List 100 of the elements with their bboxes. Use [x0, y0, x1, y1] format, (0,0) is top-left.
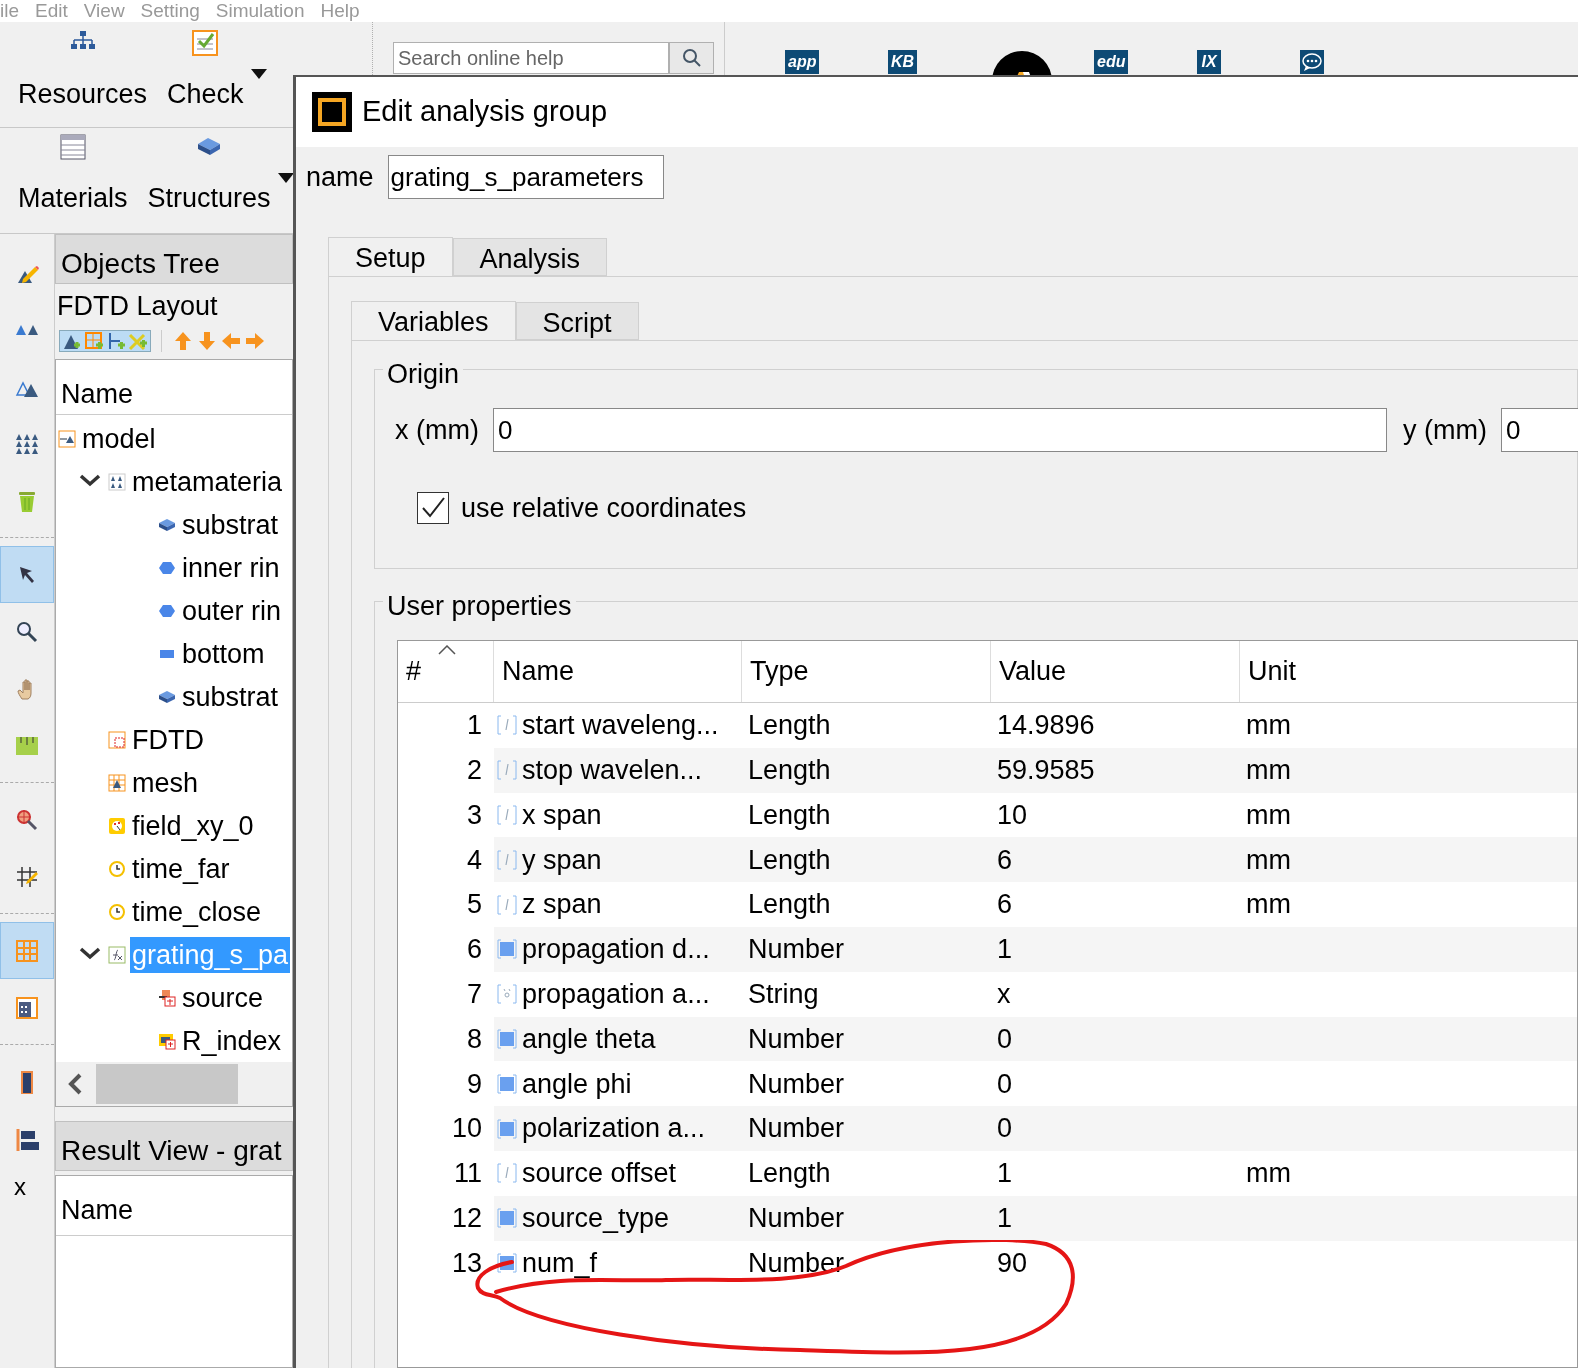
- table-cell-text: Length: [747, 843, 832, 877]
- table-cell-text: Length: [747, 753, 832, 787]
- tree-item[interactable]: R_index: [180, 1022, 284, 1059]
- search-icon: [15, 619, 39, 644]
- checklist-icon: [192, 30, 219, 56]
- column-header[interactable]: Unit: [1240, 641, 1577, 702]
- grid-pencil-icon: [15, 864, 39, 889]
- length-icon: [496, 1162, 518, 1185]
- table-cell-text: 59.9585: [996, 753, 1096, 787]
- row-number: 6: [466, 933, 482, 967]
- tree-item[interactable]: field_xy_0: [130, 807, 256, 844]
- monitor-icon: [108, 816, 126, 835]
- group-icon: [108, 472, 126, 491]
- table-cell-text: mm: [1245, 798, 1292, 832]
- row-number: 11: [453, 1157, 482, 1191]
- number-icon: [496, 1207, 518, 1230]
- column-header[interactable]: Value: [991, 641, 1240, 702]
- search-field[interactable]: Search online help: [393, 42, 669, 74]
- target-zoom-icon: [15, 807, 39, 832]
- search-button[interactable]: [669, 42, 714, 74]
- table-cell-text: Number: [747, 1067, 846, 1101]
- column-header[interactable]: Type: [742, 641, 991, 702]
- tree-item[interactable]: source: [180, 979, 266, 1016]
- sort-icon: [438, 645, 456, 655]
- row-number: 10: [451, 1112, 482, 1146]
- row-number: 8: [466, 1022, 482, 1056]
- tree-item[interactable]: substrat: [180, 678, 281, 715]
- column-header[interactable]: Name: [56, 359, 292, 416]
- row-number: 3: [466, 798, 482, 832]
- tree-item[interactable]: mesh: [130, 764, 201, 801]
- toolbar-button[interactable]: Resources: [12, 28, 154, 115]
- row-number: 12: [451, 1201, 482, 1235]
- table-icon: [59, 134, 86, 160]
- table-cell-text: Length: [747, 709, 832, 743]
- table-cell-text: Number: [747, 1201, 846, 1235]
- length-icon: [496, 714, 518, 737]
- caret-icon[interactable]: [276, 172, 295, 184]
- toolbar-button[interactable]: Check: [161, 28, 250, 115]
- tree-item[interactable]: FDTD: [130, 721, 206, 758]
- checkbox-label: use relative coordinates: [461, 492, 747, 525]
- link-badge[interactable]: edu: [1094, 50, 1129, 74]
- table-cell-text: start waveleng...: [522, 709, 719, 743]
- table-cell-text: polarization a...: [522, 1112, 706, 1146]
- input-field[interactable]: 0: [1500, 408, 1578, 452]
- tab[interactable]: Analysis: [452, 238, 608, 276]
- toolbar-button[interactable]: Structures: [141, 132, 277, 219]
- table-cell-text: propagation a...: [522, 977, 710, 1011]
- row-number: 1: [466, 709, 482, 743]
- table-cell-text: propagation d...: [522, 933, 710, 967]
- row-number: 5: [466, 888, 482, 922]
- link-badge[interactable]: KB: [888, 50, 918, 74]
- model-icon: [58, 429, 76, 448]
- tree-item[interactable]: metamateria: [130, 463, 285, 500]
- function-icon: [108, 945, 126, 964]
- field-label: x (mm): [395, 413, 479, 447]
- tree-item[interactable]: model: [80, 420, 158, 457]
- layout-label: FDTD Layout: [56, 290, 219, 323]
- table-cell-text: 90: [996, 1246, 1029, 1280]
- chat-icon[interactable]: [1300, 50, 1324, 74]
- caret-icon[interactable]: [249, 68, 268, 80]
- number-icon: [496, 1117, 518, 1140]
- tool-button[interactable]: [0, 546, 54, 603]
- table-cell-text: 1: [996, 1201, 1014, 1235]
- tab[interactable]: Setup: [328, 237, 453, 277]
- scrollbar-thumb[interactable]: [96, 1063, 238, 1104]
- string-icon: [496, 983, 518, 1006]
- index-icon: [158, 1031, 176, 1050]
- row-number: 9: [466, 1067, 482, 1101]
- tab[interactable]: Variables: [351, 301, 516, 341]
- toolbar-button[interactable]: Materials: [12, 132, 134, 219]
- tree-item[interactable]: bottom: [180, 635, 267, 672]
- tree-item[interactable]: time_far: [130, 850, 232, 887]
- row-number: 4: [466, 843, 482, 877]
- column-header[interactable]: #: [398, 641, 494, 702]
- table-cell-text: source offset: [522, 1157, 677, 1191]
- input-field[interactable]: 0: [492, 408, 1387, 452]
- table-cell-text: Length: [747, 888, 832, 922]
- column-header[interactable]: Name: [494, 641, 742, 702]
- table-cell-text: Number: [747, 1112, 846, 1146]
- number-icon: [496, 1027, 518, 1050]
- table-cell-text: 14.9896: [996, 709, 1096, 743]
- table-cell-text: 1: [996, 933, 1014, 967]
- clock-icon: [108, 902, 126, 921]
- table-cell-text: 0: [996, 1067, 1014, 1101]
- name-field[interactable]: grating_s_parameters: [387, 155, 664, 199]
- panel-title: Result View - grat: [55, 1120, 293, 1171]
- mesh-icon: [108, 773, 126, 792]
- tree-item[interactable]: outer rin: [180, 592, 284, 629]
- align-icon: [15, 1126, 39, 1151]
- tree-item[interactable]: time_close: [130, 893, 264, 930]
- triangles-icon: [15, 323, 39, 336]
- tree-item[interactable]: substrat: [180, 506, 281, 543]
- number-icon: [496, 1251, 518, 1274]
- tab[interactable]: Script: [515, 302, 639, 340]
- link-badge[interactable]: IX: [1197, 50, 1221, 74]
- tree-item[interactable]: inner rin: [180, 549, 282, 586]
- source-icon: [158, 988, 176, 1007]
- checked-checkbox[interactable]: [417, 492, 449, 525]
- link-badge[interactable]: app: [785, 50, 820, 74]
- row-number: 7: [466, 977, 482, 1011]
